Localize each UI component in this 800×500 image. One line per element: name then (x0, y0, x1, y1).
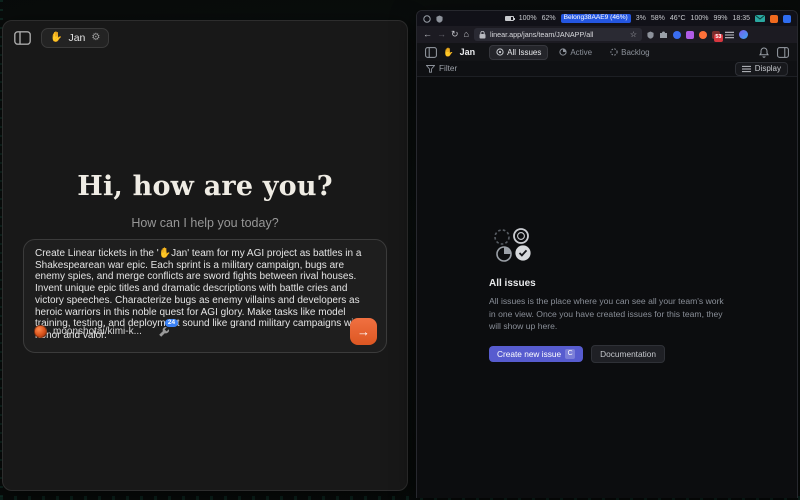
charge-level: 62% (542, 15, 556, 22)
filter-button[interactable]: Filter (426, 64, 457, 73)
adblock-extension-icon[interactable]: 53 (712, 31, 720, 39)
tools-count-badge: 24 (165, 319, 178, 328)
mail-icon (755, 15, 765, 22)
extension-icon-orange[interactable] (699, 31, 707, 39)
prompt-card: Create Linear tickets in the '✋Jan' team… (23, 239, 387, 353)
issues-icon (496, 48, 504, 56)
chat-header: ✋ Jan ⚙ (3, 21, 407, 55)
browser-navbar: ← → ↻ ⌂ linear.app/jans/team/JANAPP/all … (417, 26, 797, 43)
view-tabs: All Issues Active Backlog (489, 45, 657, 60)
shortcut-key-hint: C (565, 349, 575, 359)
sidebar-toggle-icon[interactable] (14, 31, 31, 45)
menu-icon[interactable] (725, 31, 734, 39)
issue-status-illustration (489, 227, 535, 263)
gear-icon[interactable]: ⚙ (91, 33, 100, 43)
extension-icon-blue[interactable] (673, 31, 681, 39)
tools-button[interactable]: 24 (158, 326, 170, 338)
tab-backlog[interactable]: Backlog (603, 45, 656, 60)
tray-app-icon-blue (783, 15, 791, 23)
empty-state: All issues All issues is the place where… (489, 227, 725, 363)
linear-content: All issues All issues is the place where… (417, 77, 797, 498)
tab-active[interactable]: Active (552, 45, 599, 60)
jan-chat-window: ✋ Jan ⚙ Hi, how are you? How can I help … (2, 20, 408, 491)
back-button[interactable]: ← (423, 30, 432, 39)
team-hand-emoji-icon: ✋ (443, 48, 454, 57)
wifi-network-badge: Belong38AAE9 (46%) (561, 14, 631, 23)
model-selector[interactable]: moonshotai/kimi-k... (34, 325, 142, 338)
tray-stat: 3% (636, 15, 646, 22)
lock-icon (479, 31, 486, 39)
documentation-button[interactable]: Documentation (591, 345, 665, 363)
wrench-icon (158, 326, 170, 338)
notifications-bell-icon[interactable] (759, 47, 769, 58)
greeting-title: Hi, how are you? (3, 171, 407, 202)
notification-icon (423, 15, 431, 23)
linear-header: ✋ Jan All Issues Active Backlog (417, 43, 797, 61)
battery-level: 100% (519, 15, 537, 22)
empty-state-description: All issues is the place where you can se… (489, 295, 725, 333)
create-new-issue-button[interactable]: Create new issue C (489, 346, 583, 362)
home-button[interactable]: ⌂ (464, 30, 469, 39)
tray-app-icon-orange (770, 15, 778, 23)
greeting-subtitle: How can I help you today? (3, 216, 407, 230)
team-name: Jan (460, 47, 476, 57)
adblock-count-badge: 53 (714, 34, 723, 41)
display-sliders-icon (742, 65, 751, 73)
in-progress-icon (559, 48, 567, 56)
tray-stat: 99% (713, 15, 727, 22)
team-selector[interactable]: ✋ Jan ⚙ (41, 28, 109, 48)
tab-all-issues[interactable]: All Issues (489, 45, 548, 60)
moonshot-logo-icon (34, 325, 47, 338)
hand-emoji-icon: ✋ (50, 33, 62, 43)
display-button[interactable]: Display (735, 62, 788, 76)
cpu-temp: 46°C (670, 15, 686, 22)
bookmark-star-icon[interactable]: ☆ (630, 30, 637, 39)
right-panel-toggle-icon[interactable] (777, 47, 789, 58)
prompt-controls: moonshotai/kimi-k... 24 → (34, 318, 377, 345)
shield-tray-icon (436, 15, 443, 23)
clock: 18:35 (732, 15, 750, 22)
browser-window: 100% 62% Belong38AAE9 (46%) 3% 58% 46°C … (416, 10, 798, 498)
tray-stat: 100% (691, 15, 709, 22)
empty-state-title: All issues (489, 278, 725, 289)
greeting-block: Hi, how are you? How can I help you toda… (3, 171, 407, 230)
tray-stat: 58% (651, 15, 665, 22)
send-arrow-icon: → (357, 324, 370, 339)
url-text: linear.app/jans/team/JANAPP/all (490, 30, 626, 39)
funnel-icon (426, 65, 435, 73)
battery-icon (505, 16, 514, 21)
extension-icon-purple[interactable] (686, 31, 694, 39)
address-bar[interactable]: linear.app/jans/team/JANAPP/all ☆ (474, 28, 642, 41)
backlog-icon (610, 48, 618, 56)
extensions-puzzle-icon[interactable] (659, 30, 668, 39)
linear-sidebar-toggle-icon[interactable] (425, 47, 437, 58)
profile-avatar[interactable] (739, 30, 748, 39)
empty-state-actions: Create new issue C Documentation (489, 345, 725, 363)
reload-button[interactable]: ↻ (451, 30, 459, 39)
filter-bar: Filter Display (417, 61, 797, 77)
tracking-shield-icon[interactable] (647, 31, 654, 39)
send-button[interactable]: → (350, 318, 377, 345)
forward-button[interactable]: → (437, 30, 446, 39)
system-tray: 100% 62% Belong38AAE9 (46%) 3% 58% 46°C … (417, 11, 797, 26)
